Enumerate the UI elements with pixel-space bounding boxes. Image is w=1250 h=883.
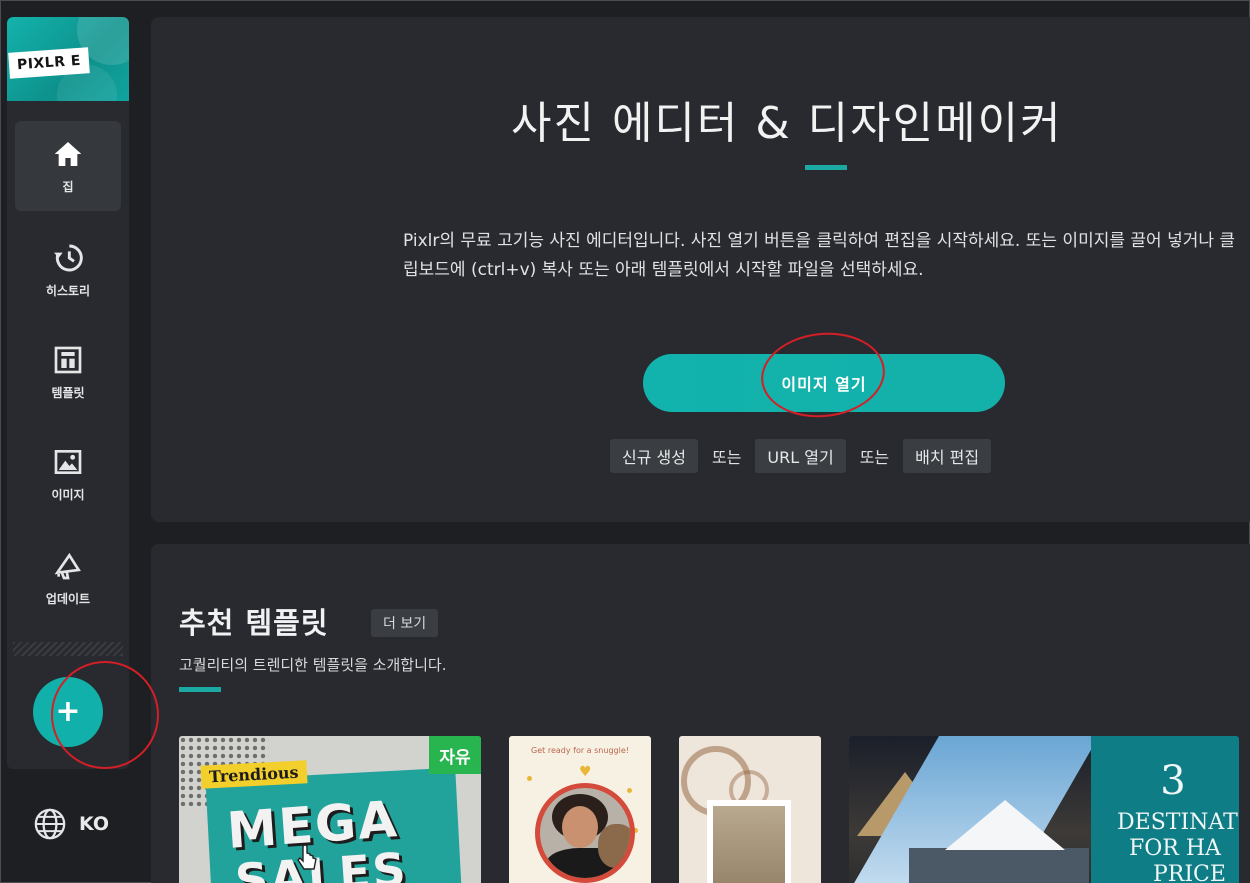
- heart-icon: ♥: [579, 764, 592, 780]
- template-card-snuggle[interactable]: Get ready for a snuggle! ♥: [509, 736, 651, 883]
- language-label: KO: [79, 813, 110, 835]
- travel-photo-collage: [849, 736, 1091, 883]
- language-selector[interactable]: KO: [33, 807, 109, 841]
- hand-cursor-icon: [297, 845, 317, 870]
- home-icon: [54, 141, 82, 166]
- card-text: DESTINATI FOR HA PRICE: [1117, 810, 1239, 883]
- sidebar: PIXLR E 집 히스토리 템플릿 이미지 업데이트 +: [7, 17, 129, 769]
- sidebar-item-label: 템플릿: [51, 385, 85, 400]
- sidebar-item-images[interactable]: 이미지: [15, 429, 121, 519]
- megaphone-icon: [54, 552, 81, 579]
- divider: [13, 642, 123, 656]
- card-text-line: PRICE: [1153, 862, 1226, 883]
- see-more-button[interactable]: 더 보기: [371, 609, 439, 637]
- image-icon: [54, 449, 82, 474]
- section-subtitle: 고퀄리티의 트렌디한 템플릿을 소개합니다.: [179, 656, 447, 674]
- hero-description: Pixlr의 무료 고기능 사진 에디터입니다. 사진 열기 버튼을 클릭하여 …: [403, 231, 1236, 280]
- photo-image: [707, 800, 791, 883]
- logo-text: PIXLR E: [8, 47, 90, 79]
- template-card-destinations[interactable]: 3 DESTINATI FOR HA PRICE: [849, 736, 1239, 883]
- templates-section: 추천 템플릿 더 보기 고퀄리티의 트렌디한 템플릿을 소개합니다. Trend…: [151, 544, 1250, 883]
- sidebar-item-updates[interactable]: 업데이트: [15, 533, 121, 623]
- section-underline: [179, 687, 221, 692]
- sidebar-item-label: 히스토리: [45, 283, 91, 298]
- sidebar-item-home[interactable]: 집: [15, 121, 121, 211]
- or-text: 또는: [859, 448, 890, 467]
- card-text-line: FOR HA: [1129, 836, 1221, 861]
- template-card-coffee[interactable]: [679, 736, 821, 883]
- sidebar-item-label: 집: [62, 179, 74, 194]
- pixlr-logo[interactable]: PIXLR E: [7, 17, 129, 101]
- template-icon: [54, 346, 82, 373]
- sidebar-item-label: 업데이트: [45, 591, 91, 606]
- card-text: Get ready for a snuggle!: [531, 746, 629, 755]
- free-badge: 자유: [429, 736, 481, 774]
- history-icon: [54, 244, 83, 271]
- secondary-actions: 신규 생성 또는 URL 열기 또는 배치 편집: [610, 439, 992, 473]
- title-underline: [805, 165, 847, 170]
- hero-panel: 사진 에디터 & 디자인메이커 Pixlr의 무료 고기능 사진 에디터입니다.…: [151, 17, 1250, 522]
- new-create-link[interactable]: 신규 생성: [610, 439, 698, 473]
- globe-icon: [34, 808, 66, 840]
- batch-edit-link[interactable]: 배치 편집: [903, 439, 992, 473]
- card-text: 3: [1160, 758, 1186, 804]
- portrait-image: [535, 783, 635, 883]
- annotation-circle: [51, 661, 159, 769]
- open-url-link[interactable]: URL 열기: [755, 439, 846, 473]
- or-text: 또는: [711, 448, 742, 467]
- template-card-mega-sales[interactable]: Trendious MEGA SALES 자유: [179, 736, 481, 883]
- section-title: 추천 템플릿: [179, 606, 329, 640]
- sidebar-item-label: 이미지: [51, 487, 85, 502]
- sidebar-item-templates[interactable]: 템플릿: [15, 327, 121, 417]
- card-text-line: DESTINATI: [1117, 810, 1239, 835]
- page-title: 사진 에디터 & 디자인메이커: [511, 98, 1063, 149]
- sidebar-item-history[interactable]: 히스토리: [15, 225, 121, 315]
